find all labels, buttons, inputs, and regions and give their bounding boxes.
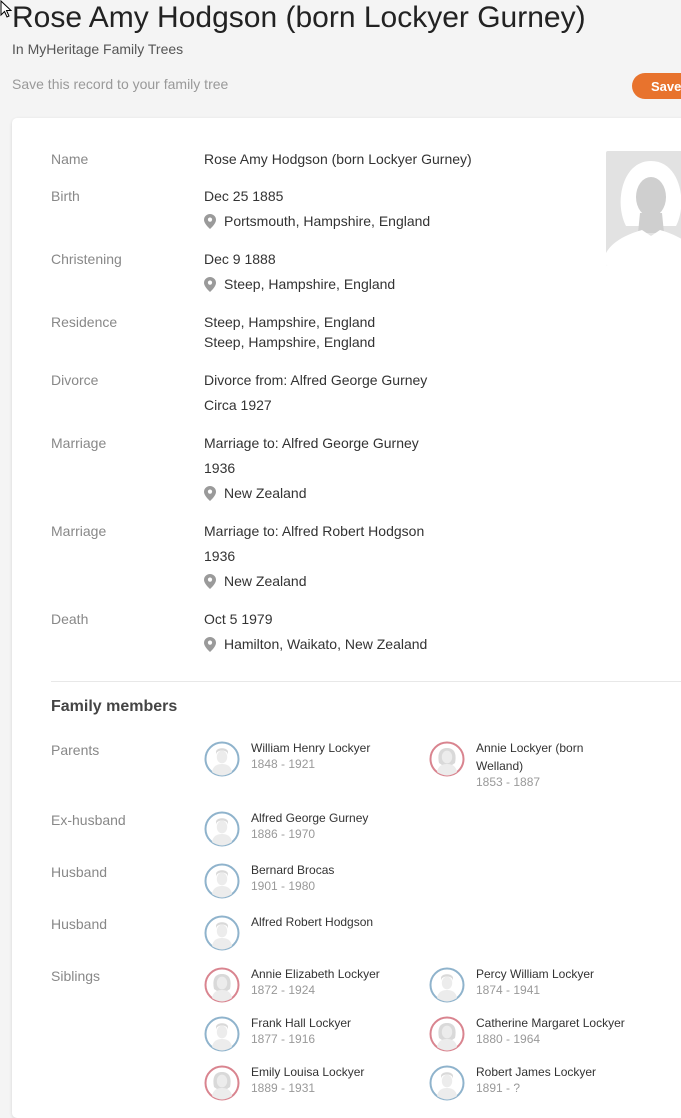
member-name: Emily Louisa Lockyer [251,1065,365,1079]
male-avatar-icon [204,863,240,899]
source-subtitle: In MyHeritage Family Trees [12,41,184,57]
residence-label: Residence [51,314,118,330]
divorce-date: Circa 1927 [204,397,272,413]
marriage-place-text: New Zealand [224,573,307,589]
marriage-to: Marriage to: Alfred George Gurney [204,435,419,451]
marriage-label: Marriage [51,435,107,451]
female-avatar-icon [429,1016,465,1052]
name-value: Rose Amy Hodgson (born Lockyer Gurney) [204,151,472,167]
mouse-cursor-icon [0,0,12,18]
save-prompt-text: Save this record to your family tree [12,76,229,92]
family-member[interactable]: Annie Lockyer (born Welland) 1853 - 1887 [429,739,639,811]
member-name: Alfred Robert Hodgson [251,915,374,929]
family-member[interactable]: Emily Louisa Lockyer 1889 - 1931 [204,1063,414,1113]
birth-date: Dec 25 1885 [204,188,284,204]
member-years: 1901 - 1980 [251,879,316,893]
death-date: Oct 5 1979 [204,611,273,627]
family-member[interactable]: Annie Elizabeth Lockyer 1872 - 1924 [204,965,414,1015]
member-name: Annie Lockyer (born Welland) [476,741,584,773]
male-avatar-icon [204,1016,240,1052]
name-label: Name [51,151,89,167]
member-name: Catherine Margaret Lockyer [476,1016,625,1030]
marriage-to: Marriage to: Alfred Robert Hodgson [204,523,425,539]
female-silhouette-icon [606,161,681,266]
male-avatar-icon [429,967,465,1003]
ex-husband-label: Ex-husband [51,812,126,828]
marriage-place: New Zealand [204,573,604,589]
member-years: 1872 - 1924 [251,983,316,997]
member-years: 1880 - 1964 [476,1032,541,1046]
christening-place: Steep, Hampshire, England [204,276,604,292]
location-pin-icon [204,276,216,292]
member-name: Alfred George Gurney [251,811,369,825]
parents-label: Parents [51,742,100,758]
male-avatar-icon [429,1065,465,1101]
death-place: Hamilton, Waikato, New Zealand [204,636,604,652]
family-member[interactable]: Robert James Lockyer 1891 - ? [429,1063,639,1113]
member-years: 1848 - 1921 [251,757,316,771]
christening-date: Dec 9 1888 [204,251,276,267]
female-avatar-icon [204,1065,240,1101]
birth-place: Portsmouth, Hampshire, England [204,213,604,229]
member-name: Frank Hall Lockyer [251,1016,352,1030]
family-member[interactable]: Percy William Lockyer 1874 - 1941 [429,965,639,1015]
family-member[interactable]: Frank Hall Lockyer 1877 - 1916 [204,1014,414,1064]
member-name: Percy William Lockyer [476,967,595,981]
family-member[interactable]: Bernard Brocas 1901 - 1980 [204,861,414,911]
save-button[interactable]: Save [632,73,681,99]
christening-label: Christening [51,251,122,267]
divorce-label: Divorce [51,372,99,388]
member-years: 1886 - 1970 [251,827,316,841]
male-avatar-icon [204,741,240,777]
birth-label: Birth [51,188,80,204]
family-member[interactable]: William Henry Lockyer 1848 - 1921 [204,739,414,789]
location-pin-icon [204,213,216,229]
member-years: 1853 - 1887 [476,775,541,789]
member-years: 1874 - 1941 [476,983,541,997]
family-member[interactable]: Alfred George Gurney 1886 - 1970 [204,809,414,859]
marriage-place: New Zealand [204,485,604,501]
member-name: Annie Elizabeth Lockyer [251,967,380,981]
birth-place-text: Portsmouth, Hampshire, England [224,213,431,229]
section-divider [51,681,681,682]
member-years: 1877 - 1916 [251,1032,316,1046]
location-pin-icon [204,636,216,652]
marriage-date: 1936 [204,548,236,564]
death-label: Death [51,611,89,627]
residence-value: Steep, Hampshire, England [204,334,376,350]
husband-label: Husband [51,916,108,932]
husband-label: Husband [51,864,108,880]
family-member[interactable]: Catherine Margaret Lockyer 1880 - 1964 [429,1014,639,1064]
siblings-label: Siblings [51,968,101,984]
page-title: Rose Amy Hodgson (born Lockyer Gurney) [12,1,586,34]
member-name: Bernard Brocas [251,863,335,877]
female-avatar-icon [429,741,465,777]
divorce-from: Divorce from: Alfred George Gurney [204,372,428,388]
residence-value: Steep, Hampshire, England [204,314,376,330]
member-name: William Henry Lockyer [251,741,371,755]
male-avatar-icon [204,915,240,951]
location-pin-icon [204,573,216,589]
profile-photo-placeholder [606,151,681,266]
marriage-place-text: New Zealand [224,485,307,501]
family-members-heading: Family members [51,698,178,715]
marriage-date: 1936 [204,460,236,476]
marriage-label: Marriage [51,523,107,539]
record-card: Name Rose Amy Hodgson (born Lockyer Gurn… [12,118,681,1118]
male-avatar-icon [204,811,240,847]
death-place-text: Hamilton, Waikato, New Zealand [224,636,428,652]
christening-place-text: Steep, Hampshire, England [224,276,396,292]
female-avatar-icon [204,967,240,1003]
family-member[interactable]: Alfred Robert Hodgson [204,913,414,963]
location-pin-icon [204,485,216,501]
member-name: Robert James Lockyer [476,1065,597,1079]
